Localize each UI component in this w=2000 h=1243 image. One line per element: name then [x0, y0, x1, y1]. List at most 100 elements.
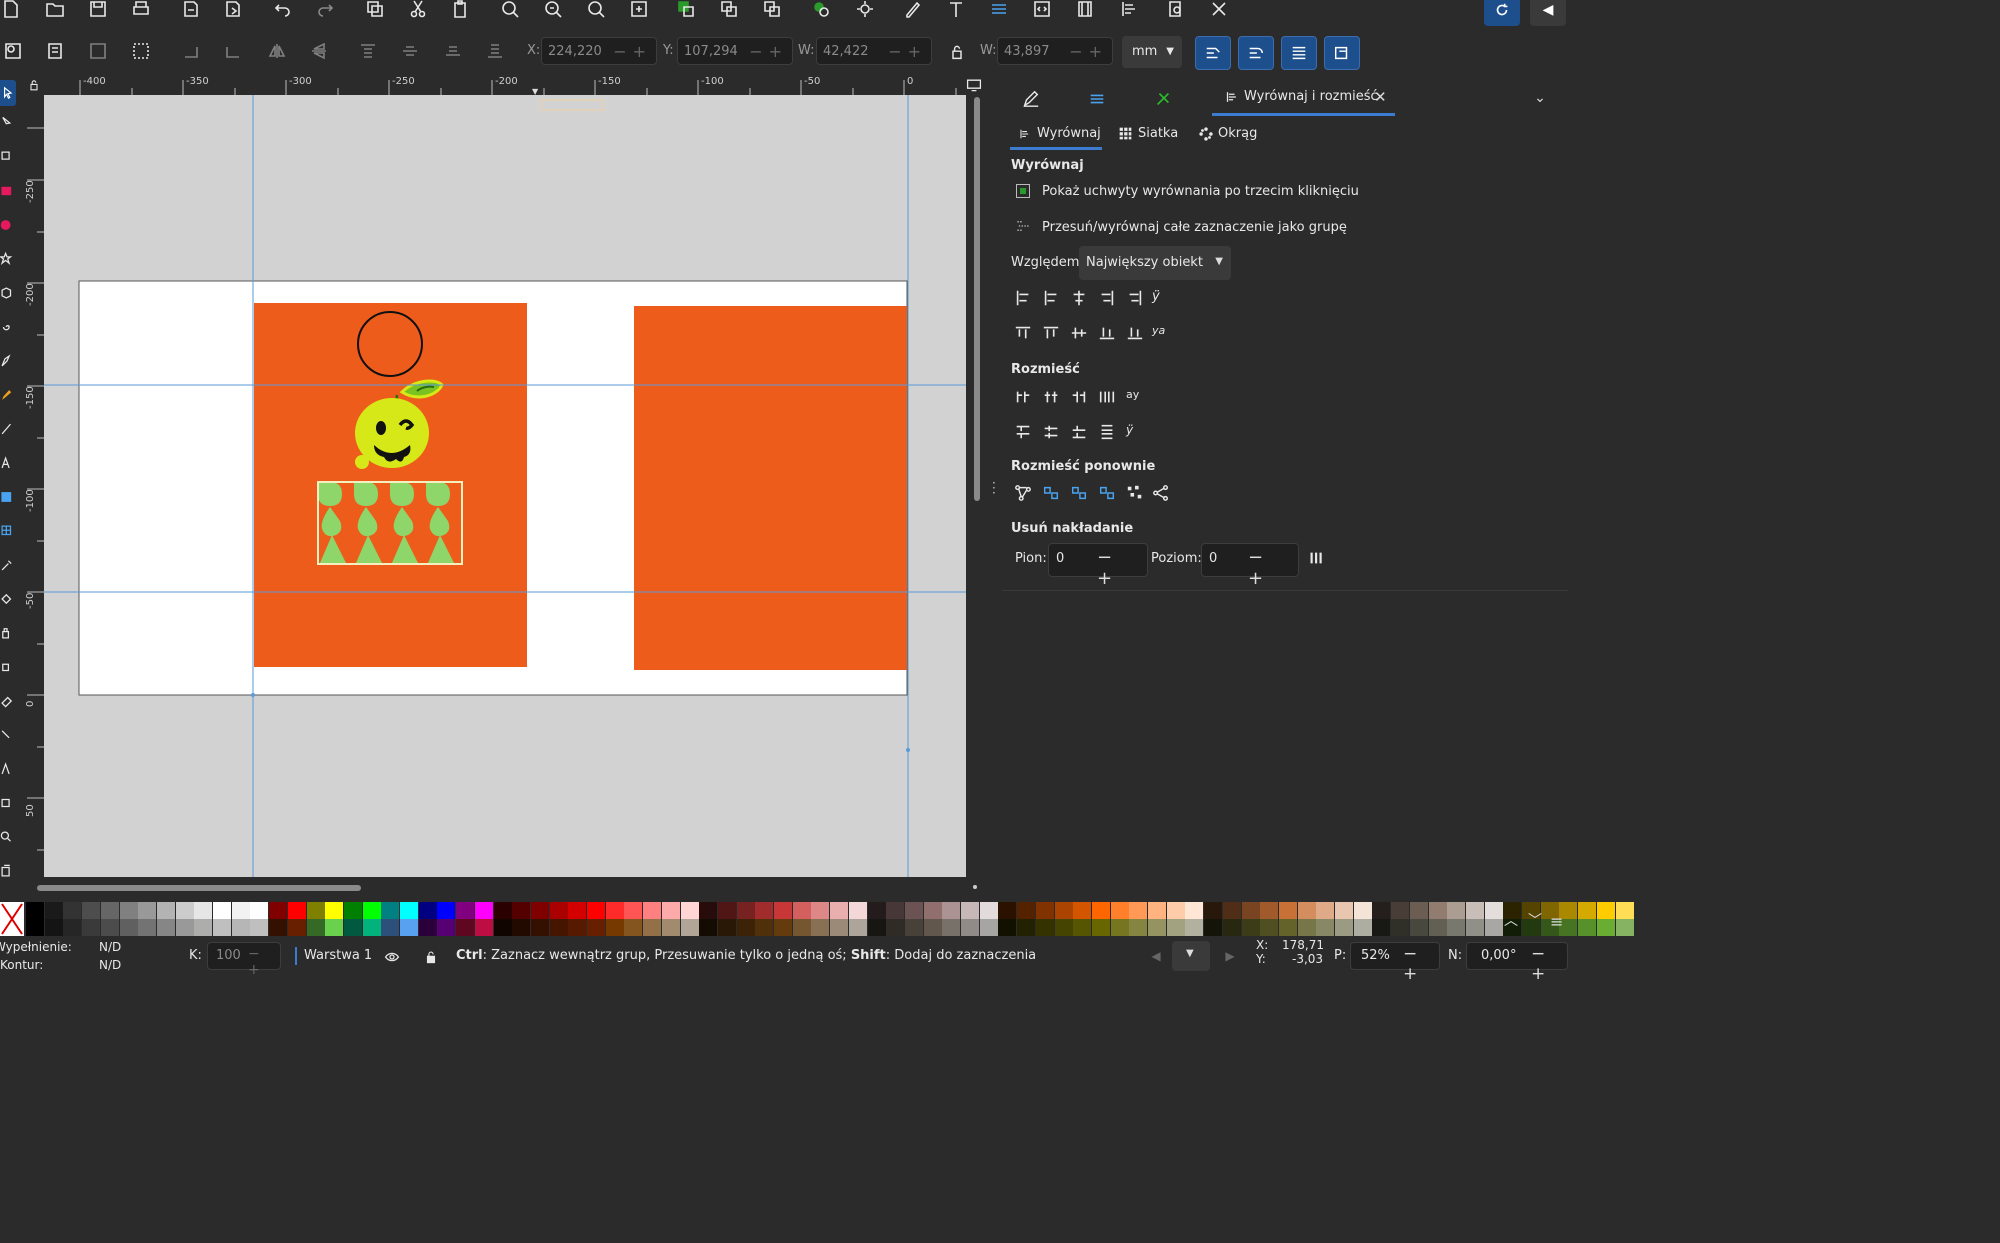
- color-swatch[interactable]: [1241, 902, 1260, 919]
- color-swatch[interactable]: [1166, 902, 1185, 919]
- ungroup-icon[interactable]: [716, 0, 742, 22]
- color-swatch[interactable]: [82, 919, 101, 936]
- color-swatch[interactable]: [961, 902, 979, 919]
- color-swatch[interactable]: [1297, 919, 1316, 936]
- distribute-right-icon[interactable]: [1070, 388, 1090, 408]
- next-page-icon[interactable]: ▶: [1222, 948, 1238, 964]
- color-swatch[interactable]: [194, 902, 213, 919]
- color-swatch[interactable]: [717, 902, 736, 919]
- vertical-scroll-thumb[interactable]: [974, 97, 980, 501]
- zoom-drawing-icon[interactable]: [540, 0, 566, 22]
- h-stepper[interactable]: −+: [1069, 38, 1108, 66]
- color-swatch[interactable]: [1353, 919, 1372, 936]
- color-swatch[interactable]: [175, 902, 194, 919]
- color-swatch[interactable]: [736, 902, 755, 919]
- color-swatch[interactable]: [1035, 919, 1054, 936]
- color-swatch[interactable]: [1372, 919, 1391, 936]
- color-swatch[interactable]: [269, 919, 288, 936]
- color-swatch[interactable]: [1185, 919, 1204, 936]
- color-swatch[interactable]: [998, 919, 1017, 936]
- color-swatch[interactable]: [699, 919, 718, 936]
- color-swatch[interactable]: [1409, 902, 1428, 919]
- align-right-icon[interactable]: [1098, 289, 1118, 309]
- color-swatch[interactable]: [138, 919, 157, 936]
- unit-select[interactable]: mm ▼: [1122, 36, 1182, 68]
- color-swatch[interactable]: [63, 919, 82, 936]
- vertical-gap-stepper[interactable]: −+: [1097, 547, 1147, 589]
- clone-icon[interactable]: [759, 0, 785, 22]
- color-swatch[interactable]: [1129, 919, 1148, 936]
- color-swatch[interactable]: [1353, 902, 1372, 919]
- deselect-icon[interactable]: [85, 38, 111, 64]
- undo-icon[interactable]: [270, 0, 296, 22]
- no-paint-swatch[interactable]: [0, 902, 24, 936]
- color-swatch[interactable]: [1148, 902, 1166, 919]
- color-swatch[interactable]: [269, 902, 288, 919]
- zoom-field[interactable]: 52% −+: [1350, 942, 1440, 984]
- color-swatch[interactable]: [886, 902, 905, 919]
- fill-value[interactable]: N/D: [99, 940, 121, 954]
- find-icon[interactable]: [1163, 0, 1189, 22]
- scale-stroke-button[interactable]: [1195, 36, 1231, 70]
- pages-tool-icon[interactable]: [0, 862, 14, 884]
- pencil-tool-icon[interactable]: [0, 386, 14, 408]
- move-as-group-icon[interactable]: [1016, 219, 1030, 233]
- measure-tool-icon[interactable]: [0, 794, 14, 816]
- eraser-tool-icon[interactable]: [0, 692, 14, 714]
- x-field[interactable]: 224,220 −+: [541, 37, 657, 65]
- color-swatch[interactable]: [755, 902, 774, 919]
- color-swatch[interactable]: [512, 919, 531, 936]
- color-swatch[interactable]: [1204, 919, 1223, 936]
- align-left-edge-icon[interactable]: [1126, 289, 1146, 309]
- spray-tool-icon[interactable]: [0, 624, 14, 646]
- color-swatch[interactable]: [63, 902, 82, 919]
- color-swatch[interactable]: [1596, 919, 1615, 936]
- layers-tab-icon[interactable]: [1086, 88, 1108, 110]
- color-swatch[interactable]: [1447, 902, 1466, 919]
- xml-editor-icon[interactable]: [1029, 0, 1055, 22]
- color-swatch[interactable]: [493, 902, 512, 919]
- distribute-top-icon[interactable]: [1014, 423, 1034, 443]
- color-swatch[interactable]: [1278, 919, 1297, 936]
- align-top-edge-icon[interactable]: [1126, 324, 1146, 344]
- color-swatch[interactable]: [605, 902, 624, 919]
- color-swatch[interactable]: [250, 919, 269, 936]
- color-swatch[interactable]: [156, 919, 175, 936]
- color-swatch[interactable]: [661, 902, 680, 919]
- color-swatch[interactable]: [156, 902, 175, 919]
- color-swatch[interactable]: [587, 902, 605, 919]
- color-swatch[interactable]: [792, 919, 811, 936]
- color-swatch[interactable]: [1017, 902, 1036, 919]
- align-panel-icon[interactable]: [1115, 0, 1141, 22]
- vertical-ruler[interactable]: -250 -200 -150 -100 -50 0 50: [19, 95, 45, 877]
- color-swatch[interactable]: [530, 919, 549, 936]
- print-icon[interactable]: [128, 0, 154, 22]
- color-swatch[interactable]: [100, 919, 119, 936]
- distribute-center-h-icon[interactable]: [1042, 388, 1062, 408]
- color-swatch[interactable]: [755, 919, 774, 936]
- color-swatch[interactable]: [138, 902, 157, 919]
- touch-select-icon[interactable]: [128, 38, 154, 64]
- color-swatch[interactable]: [287, 919, 306, 936]
- color-swatch[interactable]: [325, 902, 344, 919]
- color-swatch[interactable]: [1054, 919, 1073, 936]
- rotate-90-cw-icon[interactable]: [220, 38, 246, 64]
- color-swatch[interactable]: [1260, 919, 1279, 936]
- color-swatch[interactable]: [1260, 902, 1279, 919]
- layer-name[interactable]: Warstwa 1: [304, 948, 372, 963]
- subtab-grid[interactable]: Siatka: [1117, 120, 1187, 150]
- color-swatch[interactable]: [213, 902, 231, 919]
- y-stepper[interactable]: −+: [749, 38, 788, 66]
- color-swatch[interactable]: [1316, 902, 1335, 919]
- display-mode-icon[interactable]: [966, 77, 986, 93]
- panel-resize-handle[interactable]: · · ·: [988, 95, 1000, 899]
- import-icon[interactable]: [178, 0, 204, 22]
- color-swatch[interactable]: [1222, 919, 1241, 936]
- color-swatch[interactable]: [830, 902, 849, 919]
- align-baseline-icon[interactable]: ya: [1152, 324, 1172, 344]
- color-swatch[interactable]: [1241, 919, 1260, 936]
- color-swatch[interactable]: [1391, 919, 1410, 936]
- exchange-clockwise-icon[interactable]: [1098, 484, 1118, 504]
- gradient-tool-icon[interactable]: [0, 488, 14, 510]
- previous-page-icon[interactable]: ◀: [1148, 948, 1164, 964]
